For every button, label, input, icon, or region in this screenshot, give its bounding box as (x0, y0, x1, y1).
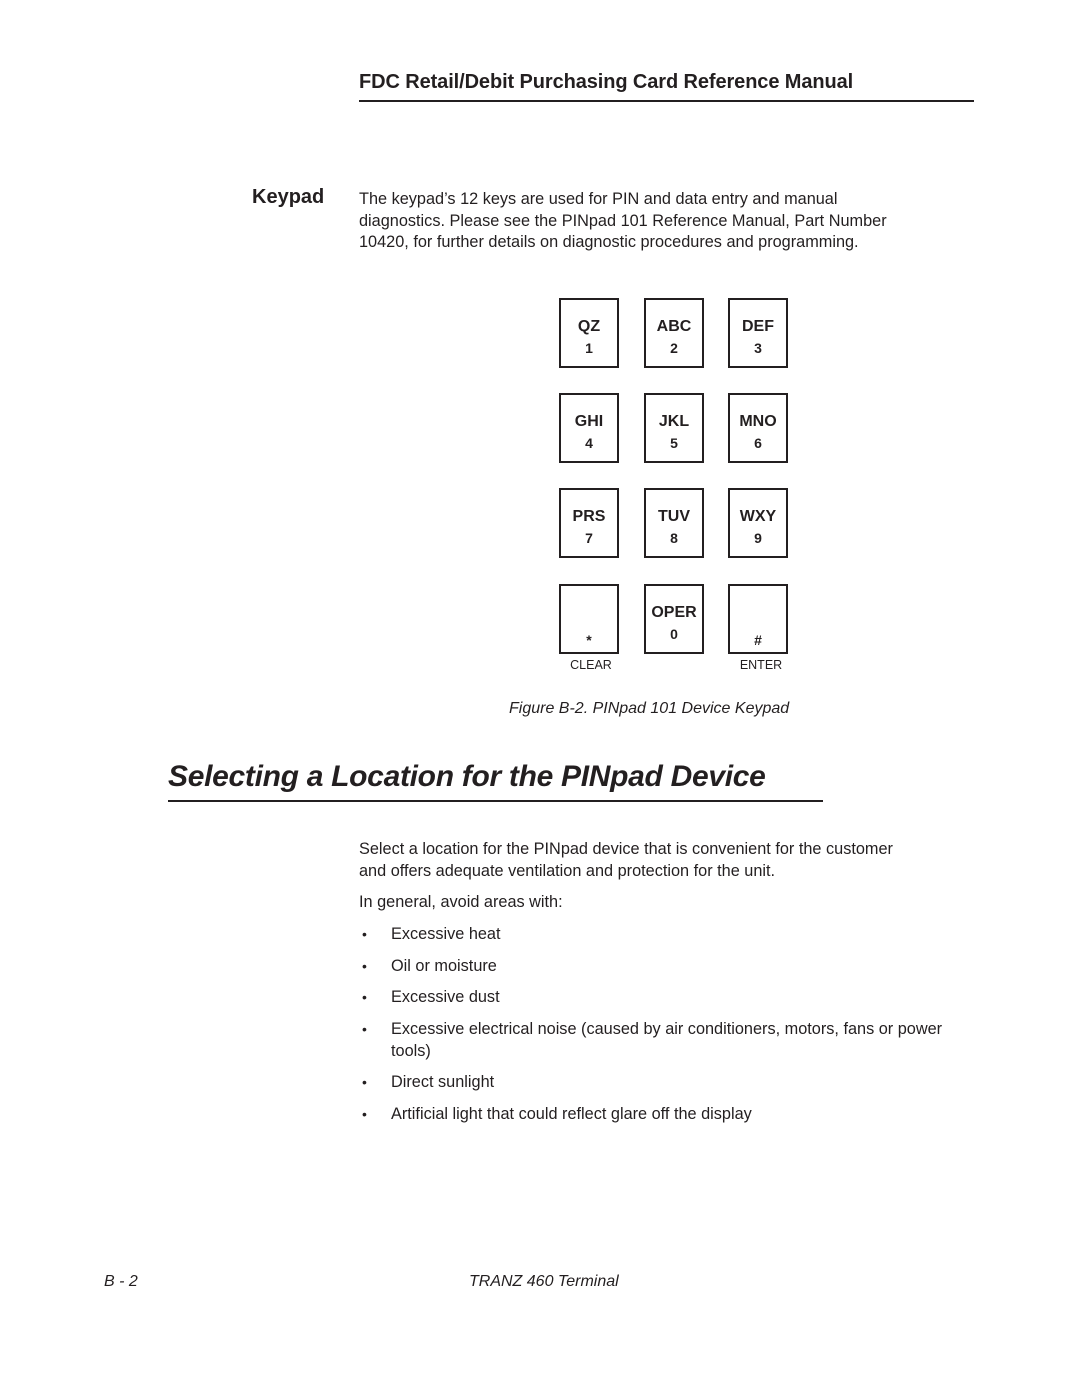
key-letters: WXY (739, 508, 777, 525)
key-4: GHI 4 (559, 393, 619, 463)
key-5: JKL 5 (644, 393, 704, 463)
paragraph-line: and offers adequate ventilation and prot… (359, 861, 776, 880)
key-digit: 6 (754, 435, 762, 451)
key-digit: # (754, 632, 762, 648)
location-paragraph: Select a location for the PINpad device … (359, 839, 959, 882)
list-item-text: Oil or moisture (391, 956, 497, 975)
list-item-text: Excessive electrical noise (caused by ai… (391, 1020, 943, 1060)
list-item-text: Direct sunlight (391, 1073, 495, 1092)
key-digit: 8 (670, 530, 678, 546)
footer-product: TRANZ 460 Terminal (469, 1273, 619, 1290)
key-digit: 1 (585, 340, 593, 356)
key-hash-enter: # (728, 584, 788, 654)
key-0-oper: OPER 0 (644, 584, 704, 654)
list-item-text: Excessive dust (391, 988, 500, 1007)
intro-line: diagnostics. Please see the PINpad 101 R… (359, 211, 887, 230)
bullet-icon: • (362, 1021, 367, 1038)
bullet-icon: • (362, 1074, 367, 1091)
list-item-text: Artificial light that could reflect glar… (391, 1104, 752, 1123)
key-digit: 9 (754, 530, 762, 546)
bullet-icon: • (362, 1105, 367, 1122)
key-8: TUV 8 (644, 488, 704, 558)
avoid-intro: In general, avoid areas with: (359, 893, 563, 911)
bullet-icon: • (362, 989, 367, 1006)
list-item: • Excessive heat (359, 924, 959, 946)
list-item: • Artificial light that could reflect gl… (359, 1104, 959, 1126)
list-item-text: Excessive heat (391, 925, 501, 943)
paragraph-line: Select a location for the PINpad device … (359, 840, 893, 858)
intro-line: The keypad’s 12 keys are used for PIN an… (359, 190, 838, 208)
key-letters: OPER (651, 604, 697, 621)
key-letters: TUV (658, 508, 690, 525)
bullet-icon: • (362, 926, 367, 942)
key-letters: MNO (739, 413, 777, 430)
keypad-intro-paragraph: The keypad’s 12 keys are used for PIN an… (359, 189, 959, 254)
key-letters: JKL (658, 413, 690, 430)
list-item: • Direct sunlight (359, 1072, 959, 1094)
key-letters: GHI (574, 413, 604, 430)
key-digit: 3 (754, 340, 762, 356)
key-letters: DEF (742, 318, 774, 335)
section-title: Selecting a Location for the PINpad Devi… (168, 760, 823, 802)
key-digit: 5 (670, 435, 678, 451)
key-7: PRS 7 (559, 488, 619, 558)
list-item: • Excessive dust (359, 987, 959, 1009)
key-6: MNO 6 (728, 393, 788, 463)
clear-caption: CLEAR (570, 658, 612, 672)
key-1: QZ 1 (559, 298, 619, 368)
list-item: • Excessive electrical noise (caused by … (359, 1019, 959, 1062)
keypad-side-heading: Keypad (252, 186, 325, 208)
key-digit: 0 (670, 626, 678, 642)
key-2: ABC 2 (644, 298, 704, 368)
intro-line: 10420, for further details on diagnostic… (359, 233, 859, 251)
enter-caption: ENTER (739, 658, 783, 672)
key-star-clear: * (559, 584, 619, 654)
avoid-list: • Excessive heat • Oil or moisture • Exc… (359, 924, 959, 1136)
key-letters: QZ (577, 318, 601, 335)
key-digit: 2 (670, 340, 678, 356)
key-letters: ABC (656, 318, 692, 335)
key-letters: PRS (572, 508, 606, 525)
list-item: • Oil or moisture (359, 956, 959, 978)
key-digit: 7 (585, 530, 593, 546)
figure-caption: Figure B-2. PINpad 101 Device Keypad (509, 700, 790, 717)
running-header: FDC Retail/Debit Purchasing Card Referen… (359, 71, 974, 102)
key-9: WXY 9 (728, 488, 788, 558)
page-number: B - 2 (104, 1273, 138, 1290)
key-digit: 4 (585, 435, 593, 451)
key-3: DEF 3 (728, 298, 788, 368)
bullet-icon: • (362, 957, 367, 974)
key-digit: * (586, 632, 592, 648)
